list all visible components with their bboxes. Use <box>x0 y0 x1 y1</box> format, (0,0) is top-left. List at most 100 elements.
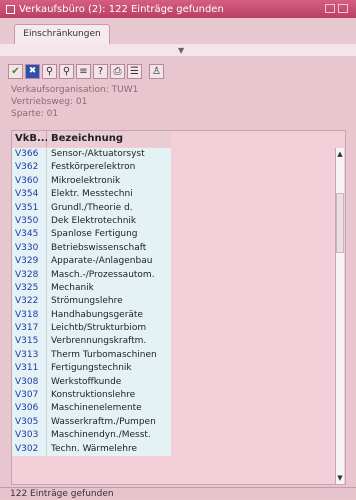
cell-description[interactable]: Verbrennungskraftm. <box>47 335 171 349</box>
table-row[interactable]: V325 Mechanik <box>12 281 171 296</box>
cell-code[interactable]: V305 <box>12 415 47 430</box>
cell-code[interactable]: V307 <box>12 389 47 403</box>
cell-code[interactable]: V311 <box>12 362 47 376</box>
table-row[interactable]: V329 Apparate-/Anlagenbau <box>12 255 171 269</box>
cell-description[interactable]: Strömungslehre <box>47 295 171 309</box>
personalize-icon[interactable]: ♙ <box>149 63 164 79</box>
cell-code[interactable]: V366 <box>12 148 47 162</box>
cell-description[interactable]: Elektr. Messtechni <box>47 188 171 202</box>
cell-code[interactable]: V345 <box>12 228 47 242</box>
table-row[interactable]: V306 Maschinenelemente <box>12 402 171 416</box>
cell-code[interactable]: V308 <box>12 375 47 390</box>
collapse-arrow-icon[interactable]: ▼ <box>178 46 184 55</box>
table-row[interactable]: V322 Strömungslehre <box>12 295 171 309</box>
cell-description[interactable]: Handhabungsgeräte <box>47 308 171 323</box>
cell-code[interactable]: V317 <box>12 322 47 336</box>
cell-description[interactable]: Sensor-/Aktuatorsyst <box>47 148 171 162</box>
cell-code[interactable]: V325 <box>12 281 47 296</box>
cell-code[interactable]: V354 <box>12 188 47 202</box>
table-row[interactable]: V317 Leichtb/Strukturbiom <box>12 322 171 336</box>
window-titlebar: Verkaufsbüro (2): 122 Einträge gefunden <box>0 0 356 18</box>
cell-description[interactable]: Spanlose Fertigung <box>47 228 171 242</box>
cell-description[interactable]: Konstruktionslehre <box>47 389 171 403</box>
results-table: VkB... Bezeichnung V366 Sensor-/Aktuators… <box>11 130 346 485</box>
table-row[interactable]: V311 Fertigungstechnik <box>12 362 171 376</box>
cell-code[interactable]: V302 <box>12 442 47 456</box>
cell-description[interactable]: Therm Turbomaschinen <box>47 348 171 363</box>
cell-code[interactable]: V362 <box>12 161 47 175</box>
cell-description[interactable]: Masch.-/Prozessautom. <box>47 268 171 282</box>
cell-code[interactable]: V330 <box>12 241 47 256</box>
vertical-scrollbar[interactable]: ▲ ▼ <box>335 148 344 484</box>
window-title: Verkaufsbüro (2): 122 Einträge gefunden <box>19 3 224 15</box>
cell-description[interactable]: Werkstoffkunde <box>47 375 171 390</box>
table-row[interactable]: V305 Wasserkraftm./Pumpen <box>12 415 171 430</box>
find-icon[interactable]: ⚲ <box>42 63 57 79</box>
info-sales-org: Verkaufsorganisation: TUW1 <box>11 85 139 95</box>
cell-code[interactable]: V315 <box>12 335 47 349</box>
cell-description[interactable]: Dek Elektrotechnik <box>47 214 171 229</box>
table-row[interactable]: V330 Betriebswissenschaft <box>12 241 171 256</box>
info-distribution-channel: Vertriebsweg: 01 <box>11 97 88 107</box>
table-row[interactable]: V345 Spanlose Fertigung <box>12 228 171 242</box>
status-bar: 122 Einträge gefunden <box>0 487 356 499</box>
cell-description[interactable]: Wasserkraftm./Pumpen <box>47 415 171 430</box>
table-row[interactable]: V308 Werkstoffkunde <box>12 375 171 390</box>
cell-code[interactable]: V329 <box>12 255 47 269</box>
cell-description[interactable]: Leichtb/Strukturbiom <box>47 322 171 336</box>
cell-description[interactable]: Mechanik <box>47 281 171 296</box>
cell-description[interactable]: Maschinendyn./Messt. <box>47 429 171 443</box>
splitter[interactable]: ▼ <box>0 44 356 56</box>
table-header: VkB... Bezeichnung <box>12 131 171 147</box>
cell-description[interactable]: Maschinenelemente <box>47 402 171 416</box>
cancel-icon[interactable]: ✖ <box>25 63 40 79</box>
list-icon[interactable]: ☰ <box>127 63 142 79</box>
minimize-icon[interactable] <box>325 4 335 13</box>
cell-description[interactable]: Grundl./Theorie d. <box>47 201 171 215</box>
table-row[interactable]: V313 Therm Turbomaschinen <box>12 348 171 363</box>
table-row[interactable]: V366 Sensor-/Aktuatorsyst <box>12 148 171 162</box>
column-header-code[interactable]: VkB... <box>12 131 48 147</box>
table-row[interactable]: V328 Masch.-/Prozessautom. <box>12 268 171 282</box>
cell-code[interactable]: V360 <box>12 174 47 189</box>
cell-description[interactable]: Apparate-/Anlagenbau <box>47 255 171 269</box>
cell-description[interactable]: Mikroelektronik <box>47 174 171 189</box>
table-row[interactable]: V315 Verbrennungskraftm. <box>12 335 171 349</box>
find-next-icon[interactable]: ⚲ <box>59 63 74 79</box>
help-icon[interactable]: ? <box>93 63 108 79</box>
table-row[interactable]: V354 Elektr. Messtechni <box>12 188 171 202</box>
table-row[interactable]: V350 Dek Elektrotechnik <box>12 214 171 229</box>
tab-einschraenkungen[interactable]: Einschränkungen <box>14 24 110 45</box>
cell-description[interactable]: Techn. Wärmelehre <box>47 442 171 456</box>
cell-code[interactable]: V328 <box>12 268 47 282</box>
window-icon <box>6 4 15 14</box>
table-rows: V366 Sensor-/Aktuatorsyst V362 Festkörperel… <box>12 148 171 456</box>
cell-code[interactable]: V350 <box>12 214 47 229</box>
scroll-down-icon[interactable]: ▼ <box>336 474 344 482</box>
scroll-up-icon[interactable]: ▲ <box>336 150 344 158</box>
scroll-thumb[interactable] <box>336 193 344 253</box>
cell-code[interactable]: V351 <box>12 201 47 215</box>
table-row[interactable]: V303 Maschinendyn./Messt. <box>12 429 171 443</box>
cell-code[interactable]: V303 <box>12 429 47 443</box>
table-row[interactable]: V362 Festkörperelektron <box>12 161 171 175</box>
close-icon[interactable] <box>338 4 348 13</box>
cell-description[interactable]: Betriebswissenschaft <box>47 241 171 256</box>
table-row[interactable]: V351 Grundl./Theorie d. <box>12 201 171 215</box>
cell-code[interactable]: V313 <box>12 348 47 363</box>
table-row[interactable]: V302 Techn. Wärmelehre <box>12 442 171 456</box>
info-division: Sparte: 01 <box>11 109 59 119</box>
column-header-description[interactable]: Bezeichnung <box>47 131 171 147</box>
sort-icon[interactable]: ≡ <box>76 63 91 79</box>
cell-description[interactable]: Festkörperelektron <box>47 161 171 175</box>
table-row[interactable]: V318 Handhabungsgeräte <box>12 308 171 323</box>
table-row[interactable]: V307 Konstruktionslehre <box>12 389 171 403</box>
cell-code[interactable]: V306 <box>12 402 47 416</box>
cell-code[interactable]: V318 <box>12 308 47 323</box>
cell-code[interactable]: V322 <box>12 295 47 309</box>
table-row[interactable]: V360 Mikroelektronik <box>12 174 171 189</box>
cell-description[interactable]: Fertigungstechnik <box>47 362 171 376</box>
check-icon[interactable]: ✔ <box>8 63 23 79</box>
print-icon[interactable]: ⎙ <box>110 63 125 79</box>
window-controls <box>325 4 348 13</box>
